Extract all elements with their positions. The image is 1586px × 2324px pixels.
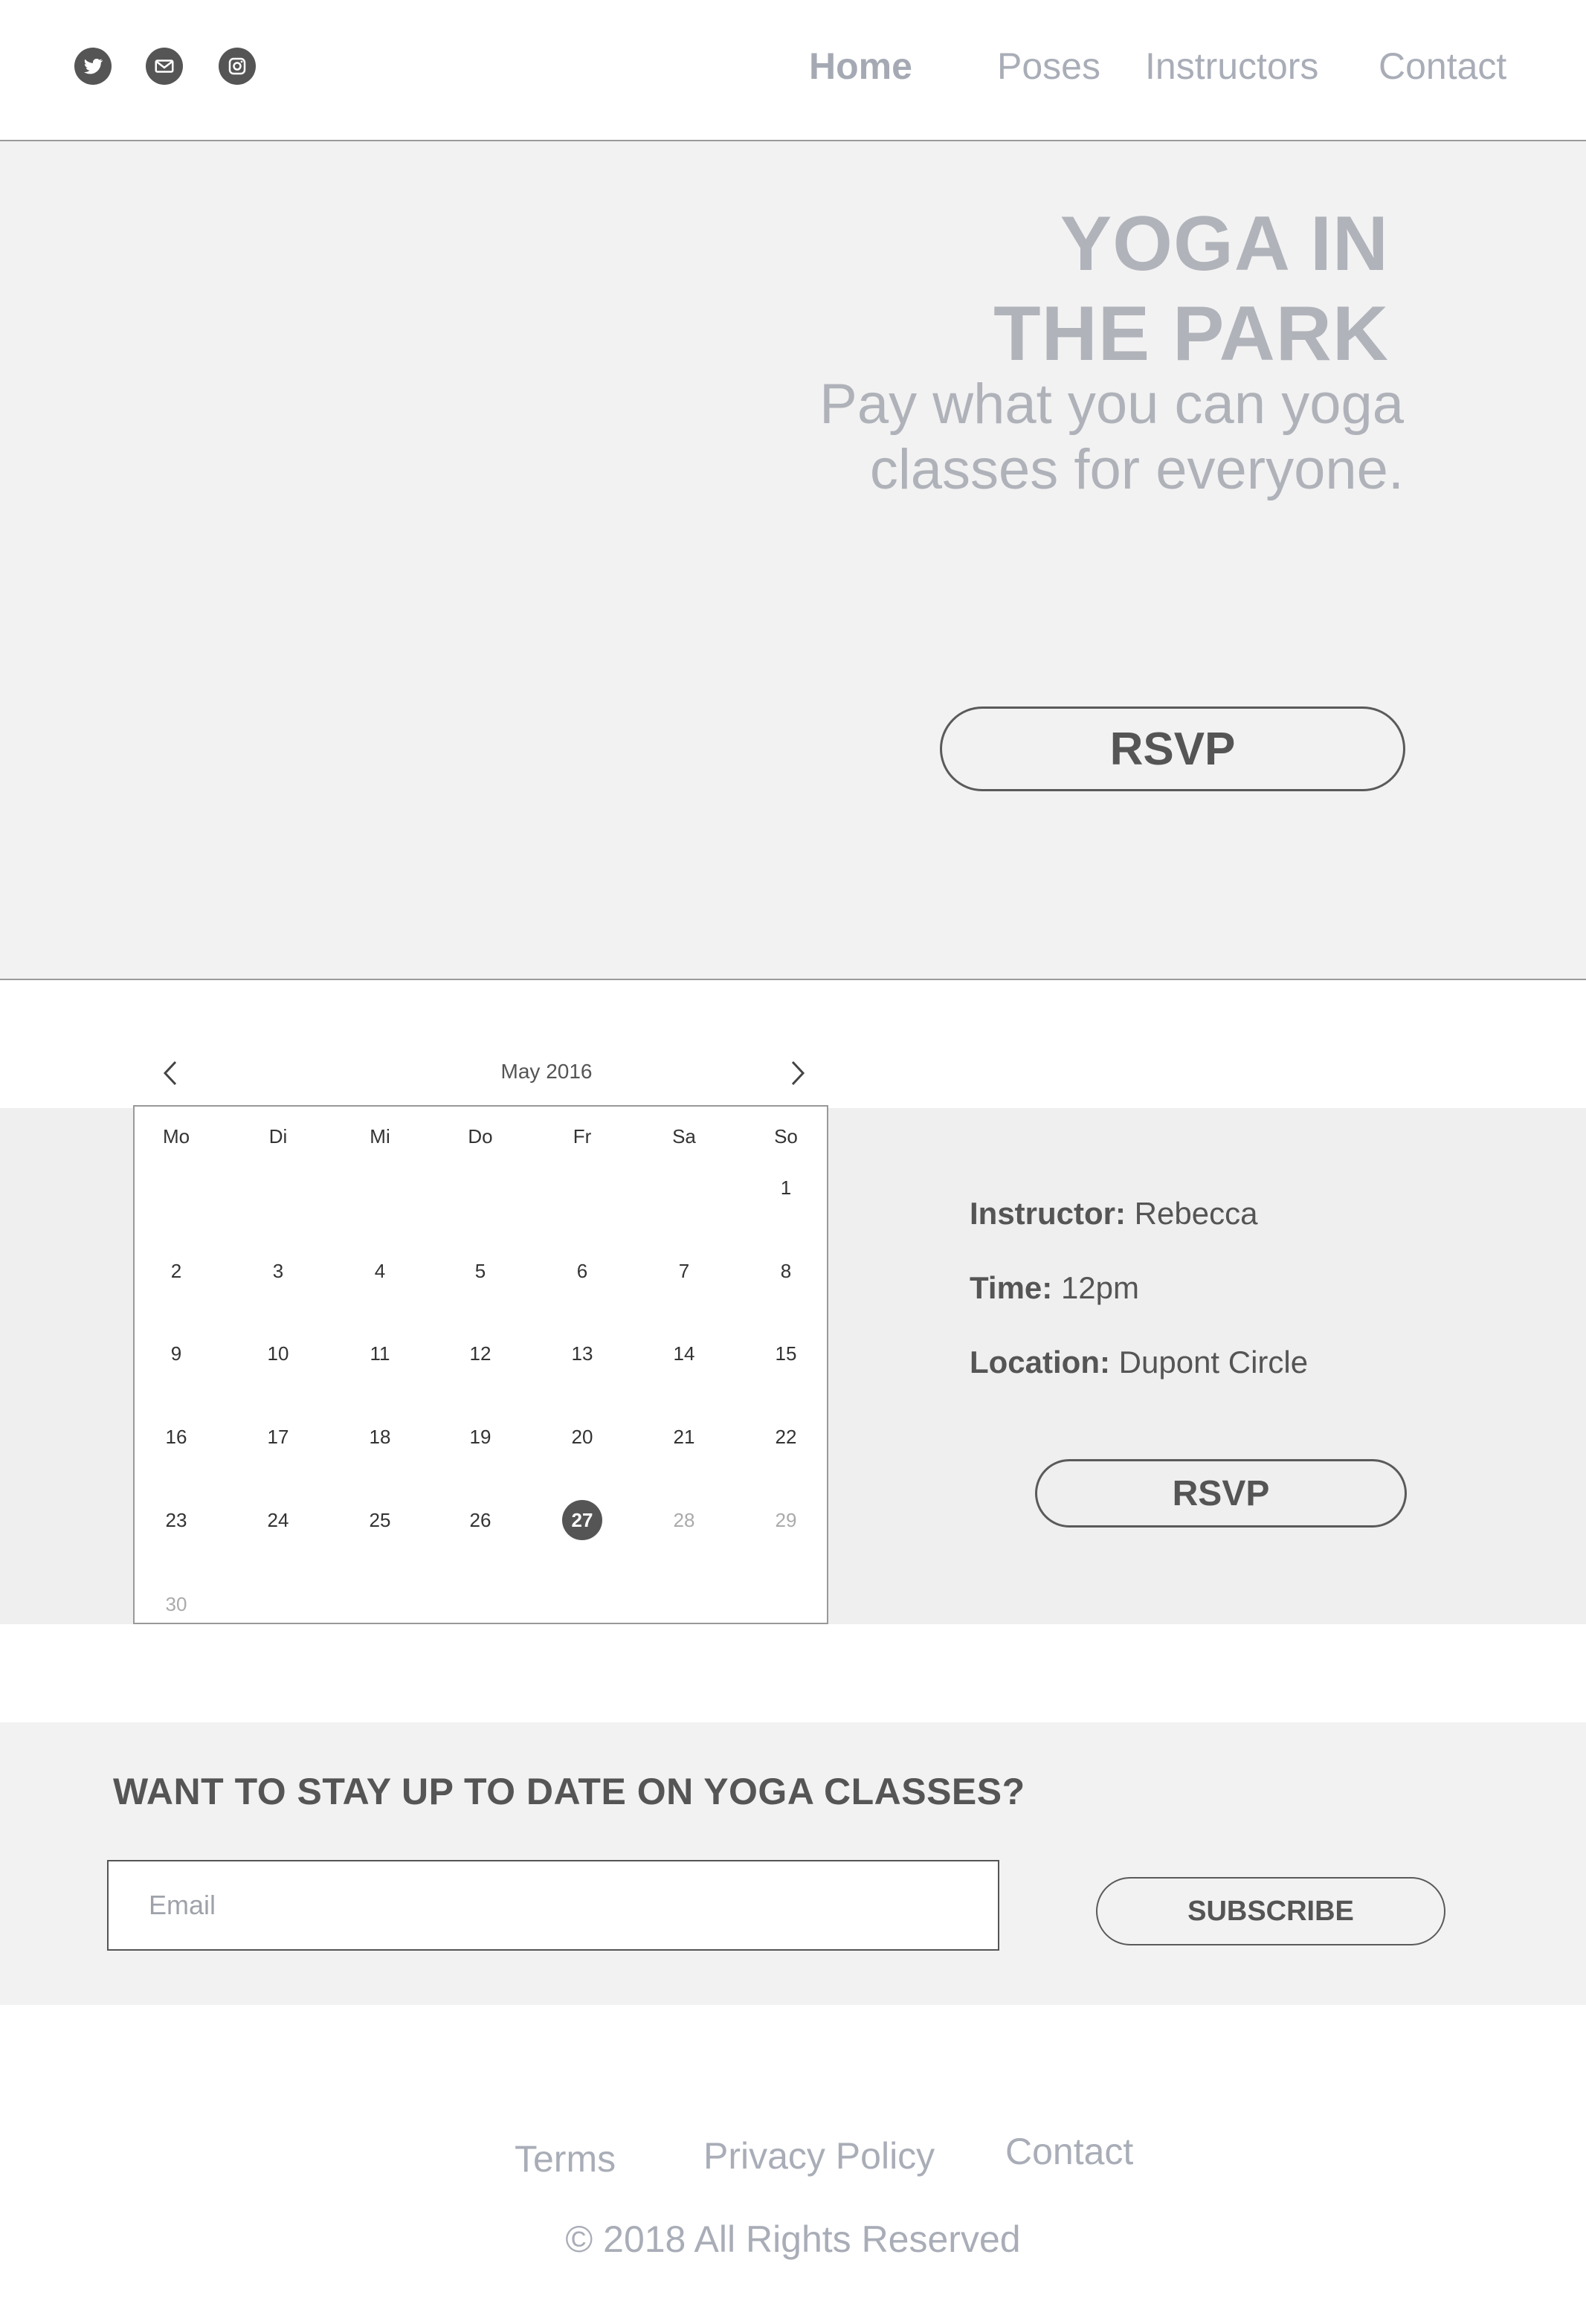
hero-title-line2: THE PARK	[993, 291, 1389, 377]
calendar-day[interactable]: 6	[549, 1260, 616, 1283]
weekday-label: Sa	[672, 1125, 696, 1147]
weekday-label: Do	[468, 1125, 493, 1147]
twitter-icon[interactable]	[74, 48, 112, 85]
time-value: 12pm	[1060, 1270, 1139, 1305]
weekday-label: Mi	[370, 1125, 390, 1147]
calendar-day[interactable]: 21	[651, 1426, 718, 1449]
location-label: Location:	[970, 1345, 1110, 1380]
nav-home[interactable]: Home	[809, 45, 912, 88]
hero-rsvp-button[interactable]: RSVP	[940, 706, 1405, 791]
email-field[interactable]: Email	[107, 1860, 999, 1951]
calendar-day[interactable]: 27	[549, 1509, 616, 1532]
instagram-icon[interactable]	[219, 48, 256, 85]
calendar-day[interactable]: 15	[752, 1342, 819, 1365]
nav-instructors[interactable]: Instructors	[1145, 45, 1318, 88]
calendar-day[interactable]: 4	[346, 1260, 413, 1283]
calendar-day[interactable]: 1	[752, 1177, 819, 1200]
calendar-day[interactable]: 10	[245, 1342, 312, 1365]
calendar-day[interactable]: 30	[143, 1593, 210, 1616]
subscribe-button[interactable]: SUBSCRIBE	[1096, 1877, 1445, 1945]
calendar-day[interactable]: 12	[447, 1342, 514, 1365]
calendar-day[interactable]: 18	[346, 1426, 413, 1449]
instructor-line: Instructor: Rebecca	[970, 1196, 1257, 1232]
hero-subtitle-line1: Pay what you can yoga	[819, 373, 1404, 436]
calendar-day[interactable]: 29	[752, 1509, 819, 1532]
location-line: Location: Dupont Circle	[970, 1345, 1308, 1380]
hero-title: YOGA IN THE PARK	[720, 199, 1389, 379]
footer-privacy-link[interactable]: Privacy Policy	[703, 2134, 935, 2177]
weekday-label: Di	[268, 1125, 288, 1147]
weekday-label: Mo	[162, 1125, 190, 1147]
calendar-day[interactable]: 28	[651, 1509, 718, 1532]
hero-subtitle-line2: classes for everyone.	[869, 438, 1404, 501]
footer-terms-link[interactable]: Terms	[515, 2137, 616, 2180]
nav-poses[interactable]: Poses	[997, 45, 1100, 88]
hero-subtitle: Pay what you can yoga classes for everyo…	[735, 372, 1404, 503]
calendar-day[interactable]: 2	[143, 1260, 210, 1283]
calendar-day[interactable]: 23	[143, 1509, 210, 1532]
calendar-day[interactable]: 11	[346, 1342, 413, 1365]
time-label: Time:	[970, 1270, 1053, 1305]
weekday-label: So	[774, 1125, 798, 1147]
class-rsvp-button[interactable]: RSVP	[1035, 1459, 1407, 1528]
calendar-month-label: May 2016	[500, 1060, 593, 1083]
newsletter-heading: WANT TO STAY UP TO DATE ON YOGA CLASSES?	[113, 1771, 1025, 1812]
calendar-day[interactable]: 8	[752, 1260, 819, 1283]
copyright: © 2018 All Rights Reserved	[565, 2218, 1021, 2260]
location-value: Dupont Circle	[1118, 1345, 1309, 1380]
calendar-day[interactable]: 17	[245, 1426, 312, 1449]
mail-icon[interactable]	[146, 48, 183, 85]
instructor-value: Rebecca	[1134, 1196, 1258, 1231]
calendar-day[interactable]: 5	[447, 1260, 514, 1283]
calendar-day[interactable]: 14	[651, 1342, 718, 1365]
instructor-label: Instructor:	[970, 1196, 1126, 1231]
footer-contact-link[interactable]: Contact	[1005, 2130, 1133, 2173]
calendar-day[interactable]: 20	[549, 1426, 616, 1449]
calendar-day[interactable]: 19	[447, 1426, 514, 1449]
calendar-day[interactable]: 9	[143, 1342, 210, 1365]
calendar-day[interactable]: 26	[447, 1509, 514, 1532]
calendar-day[interactable]: 25	[346, 1509, 413, 1532]
weekday-label: Fr	[573, 1125, 592, 1147]
next-month-icon[interactable]	[782, 1055, 812, 1092]
calendar-day[interactable]: 7	[651, 1260, 718, 1283]
calendar-grid: Mo Di Mi Do Fr Sa So 1 2 3 4 5 6 7 8 9 10 11 12 13 14 15 16 17 1…	[133, 1105, 828, 1624]
calendar-day[interactable]: 13	[549, 1342, 616, 1365]
time-line: Time: 12pm	[970, 1270, 1139, 1306]
nav-contact[interactable]: Contact	[1379, 45, 1506, 88]
calendar-day[interactable]: 24	[245, 1509, 312, 1532]
hero-title-line1: YOGA IN	[1060, 201, 1389, 287]
calendar-day[interactable]: 16	[143, 1426, 210, 1449]
calendar-day[interactable]: 3	[245, 1260, 312, 1283]
calendar-day[interactable]: 22	[752, 1426, 819, 1449]
